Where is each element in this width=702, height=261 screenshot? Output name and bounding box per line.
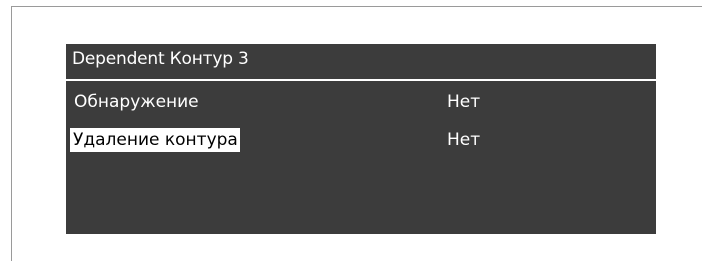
panel-frame: Dependent Контур 3 Обнаружение Нет Удале… xyxy=(0,0,702,261)
title-divider xyxy=(66,79,656,81)
screen-title: Dependent Контур 3 xyxy=(72,49,249,69)
frame-left-border xyxy=(11,6,12,261)
menu-item-detection[interactable]: Обнаружение Нет xyxy=(66,89,656,115)
menu-item-label: Обнаружение xyxy=(74,92,199,112)
menu-item-value: Нет xyxy=(447,130,481,150)
menu-item-label-selected: Удаление контура xyxy=(70,128,240,152)
frame-top-border xyxy=(11,6,702,7)
display-screen: Dependent Контур 3 Обнаружение Нет Удале… xyxy=(66,44,656,234)
menu-item-remove-circuit[interactable]: Удаление контура Нет xyxy=(66,127,656,153)
menu-item-value: Нет xyxy=(447,92,481,112)
